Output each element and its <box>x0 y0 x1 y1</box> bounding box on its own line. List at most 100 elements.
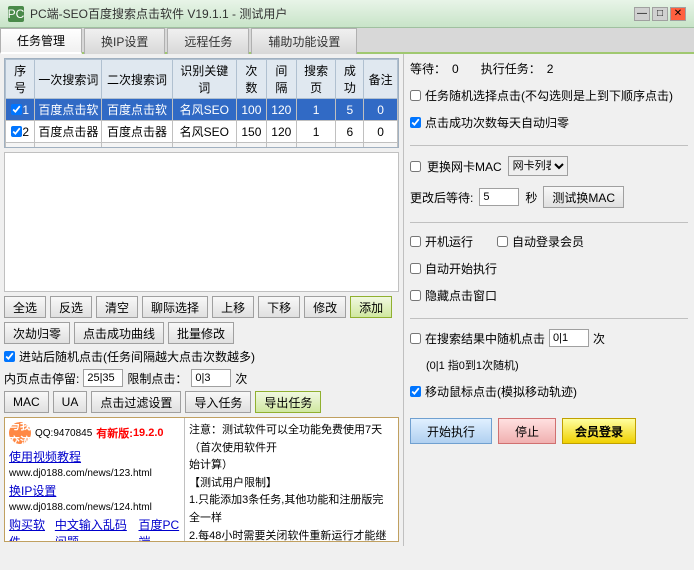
inner-page-stop-input[interactable] <box>83 369 123 387</box>
row2-count: 150 <box>236 121 266 143</box>
limit-click-input[interactable] <box>191 369 231 387</box>
row2-id: 2 <box>22 125 29 139</box>
option-row-enter-click: 进站后随机点击(任务间隔越大点击次数越多) <box>4 348 399 365</box>
row3-count: 150 <box>236 143 266 149</box>
button-row-2: 次劫归零 点击成功曲线 批量修改 <box>4 322 399 344</box>
move-up-button[interactable]: 上移 <box>212 296 254 318</box>
row2-note: 0 <box>364 121 398 143</box>
auto-login-label: 自动登录会员 <box>512 233 584 250</box>
table-row[interactable]: 3 名风软件 名风软件LC 名风SEO 150 60 12|1 1 10 0 <box>6 143 398 149</box>
baidu-pc-link[interactable]: 百度PC端 <box>138 516 180 541</box>
row2-success: 6 <box>336 121 364 143</box>
video-tutorial-row: 使用视频教程 www.dj0188.com/news/123.html <box>9 448 180 479</box>
table-row[interactable]: 2 百度点击器 百度点击器 名风SEO 150 120 1 6 0 <box>6 121 398 143</box>
tab-task-management[interactable]: 任务管理 <box>0 28 82 54</box>
row1-checkbox[interactable] <box>11 104 22 115</box>
col-header-search1: 一次搜索词 <box>35 60 102 99</box>
clear-button[interactable]: 清空 <box>96 296 138 318</box>
right-panel: 等待： 0 执行任务： 2 任务随机选择点击(不勾选则是上到下顺序点击) 点击成… <box>404 54 694 546</box>
auto-login-checkbox[interactable] <box>497 236 508 247</box>
task-random-label: 任务随机选择点击(不勾选则是上到下顺序点击) <box>425 87 673 104</box>
row3-note: 10 0 <box>364 143 398 149</box>
import-task-button[interactable]: 导入任务 <box>185 391 251 413</box>
modify-button[interactable]: 修改 <box>304 296 346 318</box>
hide-window-label: 隐藏点击窗口 <box>425 287 497 304</box>
auto-execute-row: 自动开始执行 <box>410 260 688 277</box>
tab-ip-settings[interactable]: 换IP设置 <box>84 28 165 54</box>
daily-zero-label: 点击成功次数每天自动归零 <box>425 114 569 131</box>
row1-search2: 百度点击软 <box>102 99 172 121</box>
row3-search2: 名风软件LC <box>102 143 172 149</box>
buy-software-link[interactable]: 购买软件 <box>9 516 47 541</box>
ua-button[interactable]: UA <box>53 391 88 413</box>
daily-reset-button[interactable]: 次劫归零 <box>4 322 70 344</box>
table-row[interactable]: 1 百度点击软 百度点击软 名风SEO 100 120 1 5 0 <box>6 99 398 121</box>
random-search-checkbox[interactable] <box>410 333 421 344</box>
replace-mac-checkbox[interactable] <box>410 161 421 172</box>
add-button[interactable]: 添加 <box>350 296 392 318</box>
enter-click-checkbox[interactable] <box>4 351 15 362</box>
wait-sec-input[interactable] <box>479 188 519 206</box>
task-table-container: 序号 一次搜索词 二次搜索词 识别关键词 次数 间隔 搜索页 成功 备注 1 <box>4 58 399 148</box>
col-header-success: 成功 <box>336 60 364 99</box>
wait-label: 等待： <box>410 60 446 77</box>
boot-run-checkbox[interactable] <box>410 236 421 247</box>
task-random-row: 任务随机选择点击(不勾选则是上到下顺序点击) <box>410 87 688 104</box>
click-filter-button[interactable]: 点击过滤设置 <box>91 391 181 413</box>
minimize-button[interactable]: — <box>634 7 650 21</box>
ip-settings-link[interactable]: 换IP设置 <box>9 484 56 498</box>
row1-keyword: 名风SEO <box>172 99 236 121</box>
deselect-button[interactable]: 反选 <box>50 296 92 318</box>
row2-checkbox[interactable] <box>11 126 22 137</box>
random-search-row: 在搜索结果中随机点击 次 <box>410 329 688 347</box>
hide-window-checkbox[interactable] <box>410 290 421 301</box>
row3-success: 1 <box>336 143 364 149</box>
row1-search1: 百度点击软 <box>35 99 102 121</box>
input-problem-link[interactable]: 中文输入乱码问题 <box>55 516 131 541</box>
col-header-pages: 搜索页 <box>296 60 336 99</box>
mac-list-select[interactable]: 网卡列表 <box>508 156 568 176</box>
batch-modify-button[interactable]: 批量修改 <box>168 322 234 344</box>
task-table: 序号 一次搜索词 二次搜索词 识别关键词 次数 间隔 搜索页 成功 备注 1 <box>5 59 398 148</box>
main-content: 序号 一次搜索词 二次搜索词 识别关键词 次数 间隔 搜索页 成功 备注 1 <box>0 54 694 546</box>
mobile-track-label: 移动鼠标点击(模拟移动轨迹) <box>425 383 577 400</box>
success-curve-button[interactable]: 点击成功曲线 <box>74 322 164 344</box>
random-hint: (0|1 指0到1次随机) <box>426 357 688 373</box>
daily-zero-checkbox[interactable] <box>410 117 421 128</box>
qq-row: 与我交流 QQ:9470845 有新版: 19.2.0 <box>9 422 180 444</box>
random-select-button[interactable]: 聊际选择 <box>142 296 208 318</box>
select-all-button[interactable]: 全选 <box>4 296 46 318</box>
maximize-button[interactable]: □ <box>652 7 668 21</box>
export-task-button[interactable]: 导出任务 <box>255 391 321 413</box>
new-version-label: 有新版: <box>96 425 133 441</box>
start-execute-button[interactable]: 开始执行 <box>410 418 492 444</box>
auto-execute-label: 自动开始执行 <box>425 260 497 277</box>
close-button[interactable]: ✕ <box>670 7 686 21</box>
button-row-1: 全选 反选 清空 聊际选择 上移 下移 修改 添加 <box>4 296 399 318</box>
row1-pages: 1 <box>296 99 336 121</box>
execute-task-label: 执行任务： <box>481 60 541 77</box>
tab-remote-task[interactable]: 远程任务 <box>167 28 249 54</box>
title-bar-left: PC PC端-SEO百度搜索点击软件 V19.1.1 - 测试用户 <box>8 5 287 22</box>
replace-mac-label: 更换网卡MAC <box>427 158 502 175</box>
auto-execute-checkbox[interactable] <box>410 263 421 274</box>
random-unit: 次 <box>593 330 605 347</box>
daily-zero-row: 点击成功次数每天自动归零 <box>410 114 688 131</box>
test-mac-button[interactable]: 测试换MAC <box>543 186 624 208</box>
member-login-button[interactable]: 会员登录 <box>562 418 636 444</box>
task-random-checkbox[interactable] <box>410 90 421 101</box>
title-bar: PC PC端-SEO百度搜索点击软件 V19.1.1 - 测试用户 — □ ✕ <box>0 0 694 28</box>
row3-pages: 12|1 <box>296 143 336 149</box>
video-tutorial-link[interactable]: 使用视频教程 <box>9 450 81 464</box>
boot-run-label: 开机运行 <box>425 233 473 250</box>
col-header-search2: 二次搜索词 <box>102 60 172 99</box>
mobile-track-checkbox[interactable] <box>410 386 421 397</box>
stop-button[interactable]: 停止 <box>498 418 556 444</box>
row1-note: 0 <box>364 99 398 121</box>
mac-button[interactable]: MAC <box>4 391 49 413</box>
move-down-button[interactable]: 下移 <box>258 296 300 318</box>
col-header-note: 备注 <box>364 60 398 99</box>
random-count-input[interactable] <box>549 329 589 347</box>
wait-value: 0 <box>452 62 459 76</box>
tab-assist-settings[interactable]: 辅助功能设置 <box>251 28 357 54</box>
